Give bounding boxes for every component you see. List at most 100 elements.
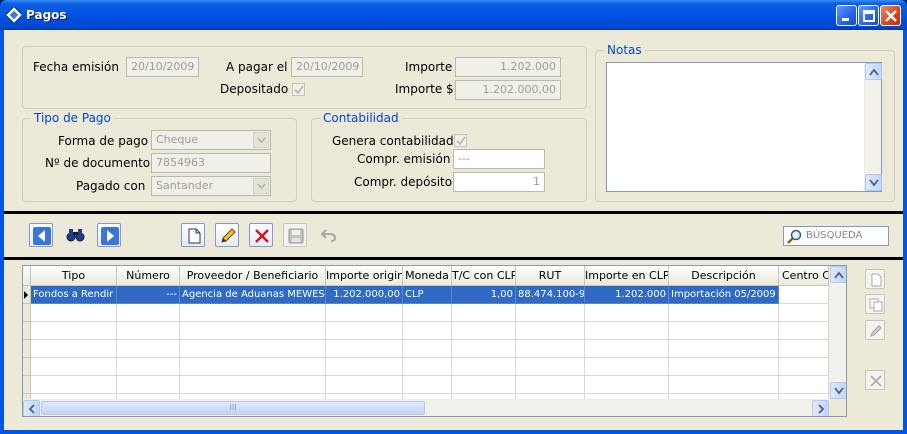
- grid-scroll-left-button[interactable]: [23, 400, 40, 416]
- cell-tc-clp[interactable]: 1,00: [452, 286, 516, 304]
- empty-cell[interactable]: [31, 358, 117, 376]
- empty-cell[interactable]: [403, 358, 452, 376]
- empty-cell[interactable]: [585, 340, 669, 358]
- empty-table-row[interactable]: [23, 322, 829, 340]
- notas-textarea[interactable]: [606, 62, 882, 192]
- previous-record-button[interactable]: [29, 223, 53, 247]
- search-input[interactable]: BÚSQUEDA: [783, 226, 889, 246]
- grid-edit-button[interactable]: [865, 320, 885, 340]
- delete-record-button[interactable]: [249, 223, 273, 247]
- scroll-down-button[interactable]: [865, 174, 882, 191]
- cell-numero[interactable]: ---: [117, 286, 180, 304]
- edit-record-button[interactable]: [215, 223, 239, 247]
- cell-moneda[interactable]: CLP: [403, 286, 452, 304]
- minimize-button[interactable]: [836, 5, 857, 26]
- forma-pago-select[interactable]: Cheque: [151, 130, 271, 150]
- empty-cell[interactable]: [516, 322, 585, 340]
- empty-cell[interactable]: [326, 376, 403, 394]
- empty-cell[interactable]: [117, 322, 180, 340]
- depositado-checkbox[interactable]: [292, 83, 305, 96]
- empty-cell[interactable]: [180, 322, 326, 340]
- empty-cell[interactable]: [326, 322, 403, 340]
- empty-cell[interactable]: [452, 322, 516, 340]
- empty-cell[interactable]: [452, 358, 516, 376]
- empty-cell[interactable]: [669, 322, 779, 340]
- cell-descripcion[interactable]: Importación 05/2009: [669, 286, 779, 304]
- empty-cell[interactable]: [31, 340, 117, 358]
- empty-cell[interactable]: [669, 358, 779, 376]
- empty-cell[interactable]: [326, 340, 403, 358]
- empty-cell[interactable]: [31, 304, 117, 322]
- forma-pago-dropdown[interactable]: [253, 132, 269, 148]
- empty-table-row[interactable]: [23, 340, 829, 358]
- empty-cell[interactable]: [516, 340, 585, 358]
- grid-vertical-scrollbar[interactable]: [829, 266, 846, 399]
- empty-cell[interactable]: [779, 358, 829, 376]
- cell-rut[interactable]: 88.474.100-9: [516, 286, 585, 304]
- cell-importe-clp[interactable]: 1.202.000: [585, 286, 669, 304]
- cell-centro-costo[interactable]: [779, 286, 829, 304]
- grid-add-button[interactable]: [865, 269, 885, 289]
- payments-grid[interactable]: Tipo Número Proveedor / Beneficiario Imp…: [22, 265, 847, 417]
- maximize-button[interactable]: [858, 5, 879, 26]
- pagado-con-select[interactable]: Santander: [151, 176, 271, 196]
- empty-cell[interactable]: [403, 340, 452, 358]
- empty-cell[interactable]: [326, 304, 403, 322]
- empty-cell[interactable]: [452, 376, 516, 394]
- empty-cell[interactable]: [452, 340, 516, 358]
- empty-cell[interactable]: [585, 376, 669, 394]
- table-row[interactable]: Fondos a Rendir --- Agencia de Aduanas M…: [23, 286, 829, 304]
- empty-cell[interactable]: [585, 322, 669, 340]
- undo-button[interactable]: [317, 223, 341, 247]
- find-button[interactable]: [63, 223, 87, 247]
- next-record-button[interactable]: [97, 223, 121, 247]
- new-record-button[interactable]: [181, 223, 205, 247]
- empty-cell[interactable]: [326, 358, 403, 376]
- empty-cell[interactable]: [585, 358, 669, 376]
- col-header-tc-clp[interactable]: T/C con CLP: [452, 266, 516, 286]
- empty-table-row[interactable]: [23, 376, 829, 394]
- fecha-emision-field[interactable]: 20/10/2009: [126, 57, 199, 77]
- empty-cell[interactable]: [779, 376, 829, 394]
- empty-cell[interactable]: [516, 358, 585, 376]
- empty-table-row[interactable]: [23, 358, 829, 376]
- empty-cell[interactable]: [403, 304, 452, 322]
- grid-copy-button[interactable]: [865, 294, 885, 314]
- empty-cell[interactable]: [779, 322, 829, 340]
- empty-cell[interactable]: [117, 376, 180, 394]
- empty-cell[interactable]: [180, 304, 326, 322]
- empty-cell[interactable]: [403, 376, 452, 394]
- grid-scroll-up-button[interactable]: [830, 266, 846, 283]
- empty-cell[interactable]: [180, 358, 326, 376]
- empty-cell[interactable]: [452, 304, 516, 322]
- grid-scroll-down-button[interactable]: [830, 382, 846, 399]
- scroll-up-button[interactable]: [865, 63, 882, 80]
- empty-cell[interactable]: [180, 340, 326, 358]
- empty-cell[interactable]: [779, 340, 829, 358]
- empty-cell[interactable]: [669, 304, 779, 322]
- grid-delete-button[interactable]: [865, 370, 885, 390]
- col-header-descripcion[interactable]: Descripción: [669, 266, 779, 286]
- compr-emision-field[interactable]: ---: [453, 149, 545, 169]
- col-header-tipo[interactable]: Tipo: [31, 266, 117, 286]
- documento-field[interactable]: 7854963: [151, 153, 271, 173]
- col-header-moneda[interactable]: Moneda: [403, 266, 452, 286]
- cell-tipo[interactable]: Fondos a Rendir: [31, 286, 117, 304]
- compr-deposito-field[interactable]: 1: [453, 172, 545, 192]
- a-pagar-field[interactable]: 20/10/2009: [291, 57, 363, 77]
- cell-proveedor[interactable]: Agencia de Aduanas MEWES: [180, 286, 326, 304]
- importe-dolar-field[interactable]: 1.202.000,00: [455, 80, 561, 100]
- close-button[interactable]: [880, 5, 901, 26]
- title-bar[interactable]: Pagos: [0, 0, 907, 30]
- col-header-numero[interactable]: Número: [117, 266, 180, 286]
- col-header-centro-costo[interactable]: Centro Cos: [779, 266, 829, 286]
- empty-cell[interactable]: [779, 304, 829, 322]
- grid-scroll-thumb[interactable]: III: [41, 401, 425, 415]
- importe-field[interactable]: 1.202.000: [455, 57, 561, 77]
- grid-scroll-right-button[interactable]: [812, 400, 829, 416]
- empty-cell[interactable]: [117, 304, 180, 322]
- empty-cell[interactable]: [669, 376, 779, 394]
- empty-cell[interactable]: [31, 376, 117, 394]
- col-header-proveedor[interactable]: Proveedor / Beneficiario: [180, 266, 326, 286]
- empty-cell[interactable]: [31, 322, 117, 340]
